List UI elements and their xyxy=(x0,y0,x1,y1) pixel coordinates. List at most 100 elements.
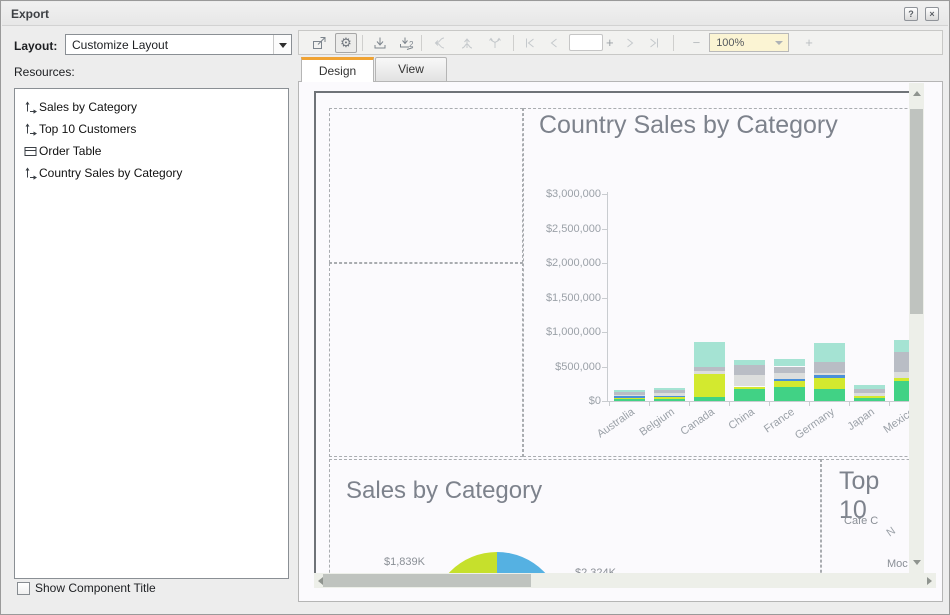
download-icon[interactable] xyxy=(372,33,388,53)
resource-item[interactable]: Top 10 Customers xyxy=(15,118,288,140)
top10-label: Cafe C xyxy=(844,515,878,527)
bar-segment xyxy=(614,390,645,392)
chevron-down-icon[interactable] xyxy=(771,34,788,51)
zoom-level-value: 100% xyxy=(716,37,744,49)
toolbar-separator xyxy=(362,35,363,51)
y-axis-tick xyxy=(602,263,607,264)
bar-segment xyxy=(814,362,845,372)
resource-item-label: Top 10 Customers xyxy=(39,122,136,136)
bar-segment xyxy=(734,387,765,389)
horizontal-scrollbar-thumb[interactable] xyxy=(323,574,531,587)
scroll-down-icon[interactable] xyxy=(913,560,921,565)
bar-segment xyxy=(774,381,805,387)
chevron-down-icon[interactable] xyxy=(273,35,291,54)
bar-segment xyxy=(774,367,805,374)
bar-segment xyxy=(774,359,805,367)
resource-item[interactable]: Country Sales by Category xyxy=(15,162,288,184)
title-bar: Export ? × xyxy=(2,2,948,26)
y-axis-tick-label: $2,000,000 xyxy=(501,257,601,269)
scroll-up-icon[interactable] xyxy=(913,91,921,96)
bar-segment xyxy=(894,381,909,401)
top10-label: Moc xyxy=(887,558,908,570)
previous-page-icon xyxy=(547,33,561,53)
layout-viewport: Country Sales by Category $3,000,000$2,5… xyxy=(299,82,909,573)
design-canvas: Country Sales by Category $3,000,000$2,5… xyxy=(298,81,943,602)
resource-item[interactable]: Sales by Category xyxy=(15,96,288,118)
bar-segment xyxy=(814,389,845,401)
y-axis-tick xyxy=(602,229,607,230)
y-axis-tick xyxy=(602,367,607,368)
bar-segment xyxy=(894,372,909,378)
layout-label: Layout: xyxy=(14,39,57,53)
bar-segment xyxy=(614,392,645,395)
page-plus-label: + xyxy=(606,35,614,50)
help-button[interactable]: ? xyxy=(904,7,918,21)
y-axis-tick-label: $1,500,000 xyxy=(501,292,601,304)
x-axis-tick xyxy=(769,402,770,406)
resource-item-label: Country Sales by Category xyxy=(39,166,182,180)
zoom-out-icon: − xyxy=(693,33,701,53)
layout-dropdown[interactable]: Customize Layout xyxy=(65,34,292,55)
toolbar-separator xyxy=(513,35,514,51)
bar-segment xyxy=(854,396,885,398)
bar-segment xyxy=(654,390,685,394)
x-axis-tick xyxy=(649,402,650,406)
component-placeholder-1[interactable] xyxy=(329,108,523,263)
scroll-right-icon[interactable] xyxy=(927,577,932,585)
x-axis-tick xyxy=(609,402,610,406)
bar-segment xyxy=(654,397,685,399)
split-icon xyxy=(431,33,447,53)
tab-view[interactable]: View xyxy=(375,57,447,82)
bar-segment xyxy=(654,396,685,397)
tab-design[interactable]: Design xyxy=(301,57,374,82)
resources-list[interactable]: Sales by Category Top 10 Customers Order T… xyxy=(14,88,289,579)
y-axis-tick-label: $3,000,000 xyxy=(501,188,601,200)
x-axis-tick xyxy=(729,402,730,406)
close-button[interactable]: × xyxy=(925,7,939,21)
bar-segment xyxy=(694,397,725,401)
download-all-icon[interactable]: 2 xyxy=(398,33,416,53)
zoom-level-combo[interactable]: 100% xyxy=(709,33,789,52)
bar-segment xyxy=(854,389,885,393)
show-component-title-label: Show Component Title xyxy=(35,581,156,595)
resource-item-label: Order Table xyxy=(39,144,101,158)
x-axis-tick xyxy=(889,402,890,406)
bar-segment xyxy=(854,385,885,388)
bar-segment xyxy=(694,371,725,374)
bar-segment xyxy=(654,393,685,395)
y-axis-tick-label: $1,000,000 xyxy=(501,326,601,338)
show-component-title-checkbox[interactable] xyxy=(17,582,30,595)
bar-segment xyxy=(614,399,645,401)
resource-item-label: Sales by Category xyxy=(39,100,137,114)
bar-segment xyxy=(814,373,845,376)
bar-segment xyxy=(734,389,765,401)
vertical-scrollbar-thumb[interactable] xyxy=(910,109,923,314)
bar-segment xyxy=(734,360,765,366)
bar-segment xyxy=(814,375,845,377)
bar-segment xyxy=(654,399,685,401)
bar-segment xyxy=(614,396,645,398)
settings-gear-icon[interactable]: ⚙ xyxy=(335,33,357,53)
bar-segment xyxy=(734,365,765,374)
bar-segment xyxy=(734,375,765,387)
bar-segment xyxy=(614,398,645,399)
vertical-scrollbar[interactable] xyxy=(909,83,924,573)
show-component-title-row: Show Component Title xyxy=(17,581,156,595)
chart-title: Country Sales by Category xyxy=(539,111,838,140)
chart-axis-icon xyxy=(24,167,39,180)
x-axis-line xyxy=(607,401,909,402)
y-axis-tick xyxy=(602,332,607,333)
resource-item[interactable]: Order Table xyxy=(15,140,288,162)
export-icon[interactable] xyxy=(311,33,329,53)
bar-segment xyxy=(894,378,909,381)
bar-segment xyxy=(854,398,885,401)
page-number-input[interactable] xyxy=(569,34,603,51)
bar-segment xyxy=(854,393,885,396)
bar-segment xyxy=(694,367,725,371)
horizontal-scrollbar[interactable] xyxy=(314,573,936,588)
bar-segment xyxy=(894,352,909,371)
resources-label: Resources: xyxy=(14,65,75,79)
component-placeholder-2[interactable] xyxy=(329,263,523,457)
chart-axis-icon xyxy=(24,101,39,114)
zoom-in-icon: + xyxy=(805,33,813,53)
